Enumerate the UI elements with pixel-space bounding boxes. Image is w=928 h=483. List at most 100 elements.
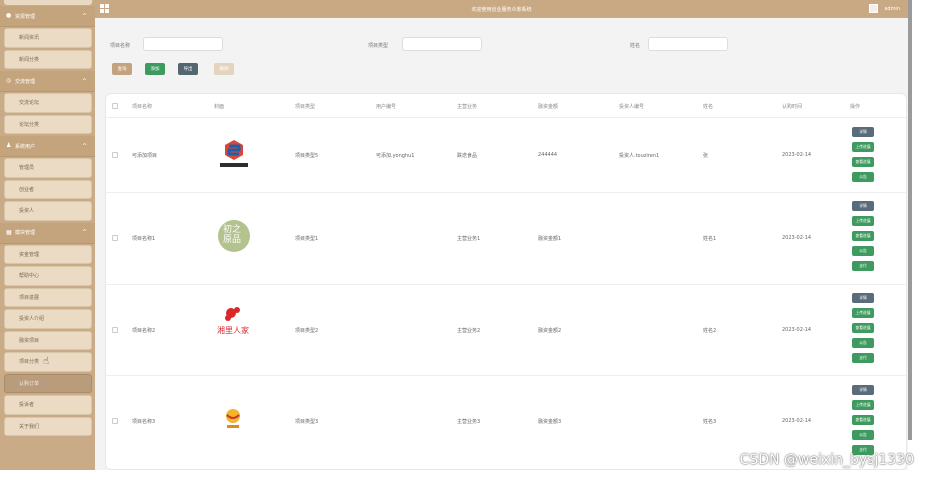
sidebar-item-complainer[interactable]: 投诉者 xyxy=(4,395,92,415)
cell-project-name: 项目名称2 xyxy=(132,328,156,334)
view-progress-button[interactable]: 查看进展 xyxy=(852,415,874,425)
sidebar-item-projects[interactable]: 融资项目 xyxy=(4,330,92,350)
cell-amount: 融资金额3 xyxy=(538,419,562,425)
username: admin xyxy=(884,5,900,12)
detail-button[interactable]: 详情 xyxy=(852,127,874,137)
cell-business: 主营业务2 xyxy=(457,328,481,334)
project-name-input[interactable] xyxy=(143,37,223,51)
row-actions: 详情 上传进展 查看进展 公告 xyxy=(852,127,874,182)
app-title: 欢迎使用创业服务众筹系统 xyxy=(471,6,532,13)
scrollbar[interactable] xyxy=(908,0,912,440)
upload-progress-button[interactable]: 上传进展 xyxy=(852,308,874,318)
delete-button[interactable]: 删除 xyxy=(214,63,234,75)
table-row[interactable]: 可添加项目 项目类型5 可添加.yonghu1 跌迭食品 244444 投资人.… xyxy=(106,118,906,193)
cell-user-no: 可添加.yonghu1 xyxy=(376,153,415,159)
sidebar-item-news[interactable]: 新闻资讯 xyxy=(4,28,92,48)
name-input[interactable] xyxy=(648,37,728,51)
project-type-input[interactable] xyxy=(402,37,482,51)
cell-person-name: 姓名2 xyxy=(703,328,717,334)
main-content: 项目名称 项目类型 姓名 查询 添加 导出 删除 项目名称 封面 项目类型 用户… xyxy=(95,18,908,470)
cell-date: 2023-02-14 xyxy=(782,327,812,333)
sidebar-item-investor-intro[interactable]: 投资人介绍 xyxy=(4,309,92,329)
export-button[interactable]: 导出 xyxy=(178,63,198,75)
table-row[interactable]: 项目名称1 初之原品 项目类型1 主营业务1 融资金额1 姓名1 2023-02… xyxy=(106,193,906,285)
user-menu[interactable]: admin xyxy=(869,4,900,13)
add-button[interactable]: 添加 xyxy=(145,63,165,75)
select-all-checkbox[interactable] xyxy=(112,103,118,109)
col-amount: 融资金额 xyxy=(538,104,559,110)
data-table: 项目名称 封面 项目类型 用户编号 主营业务 融资金额 投资人编号 姓名 认购时… xyxy=(105,93,907,470)
detail-button[interactable]: 详情 xyxy=(852,293,874,303)
sidebar-group-users[interactable]: ♟ 系统用户 ^ xyxy=(0,136,95,157)
detail-button[interactable]: 详情 xyxy=(852,385,874,395)
sidebar-item-news-category[interactable]: 新闻分类 xyxy=(4,49,92,69)
cell-date: 2023-02-14 xyxy=(782,418,812,424)
view-progress-button[interactable]: 查看进展 xyxy=(852,231,874,241)
cover-logo-text: 初之原品 xyxy=(222,225,241,245)
sidebar-item-progress[interactable]: 项目进展 xyxy=(4,287,92,307)
col-actions: 操作 xyxy=(850,104,861,110)
sidebar-top-item[interactable] xyxy=(4,0,92,5)
view-progress-button[interactable]: 查看进展 xyxy=(852,323,874,333)
sidebar-item-investor[interactable]: 投资人 xyxy=(4,201,92,221)
cell-business: 跌迭食品 xyxy=(457,153,478,159)
row-checkbox[interactable] xyxy=(112,327,118,333)
row-checkbox[interactable] xyxy=(112,418,118,424)
sidebar-item-forum[interactable]: 交流论坛 xyxy=(4,93,92,113)
notice-button[interactable]: 公告 xyxy=(852,172,874,182)
sidebar-item-forum-category[interactable]: 论坛分类 xyxy=(4,114,92,134)
cell-project-name: 项目名称3 xyxy=(132,419,156,425)
avatar xyxy=(869,4,879,13)
row-checkbox[interactable] xyxy=(112,152,118,158)
chevron-up-icon: ^ xyxy=(81,142,87,150)
sidebar-item-funds[interactable]: 资金管理 xyxy=(4,244,92,264)
sidebar-group-forum[interactable]: ◎ 交流管理 ^ xyxy=(0,71,95,92)
cell-amount: 融资金额2 xyxy=(538,328,562,334)
cell-amount: 融资金额1 xyxy=(538,236,562,242)
sidebar-item-about[interactable]: 关于我们 xyxy=(4,416,92,436)
sidebar-group-modules[interactable]: ▦ 模块管理 ^ xyxy=(0,222,95,244)
col-project-name: 项目名称 xyxy=(132,104,153,110)
view-progress-button[interactable]: 查看进展 xyxy=(852,157,874,167)
detail-button[interactable]: 详情 xyxy=(852,201,874,211)
notice-button[interactable]: 公告 xyxy=(852,338,874,348)
row-actions: 详情 上传进展 查看进展 公告 支付 xyxy=(852,385,874,455)
sidebar-group-resources[interactable]: ● 资源管理 ^ xyxy=(0,6,95,27)
sidebar-item-founder[interactable]: 创业者 xyxy=(4,179,92,199)
col-date: 认购时间 xyxy=(782,104,803,110)
sidebar-item-help[interactable]: 帮助中心 xyxy=(4,266,92,286)
sidebar-item-orders[interactable]: 认购订单 xyxy=(4,373,92,393)
cell-date: 2023-02-14 xyxy=(782,152,812,158)
col-business: 主营业务 xyxy=(457,104,478,110)
upload-progress-button[interactable]: 上传进展 xyxy=(852,142,874,152)
cell-person-name: 张 xyxy=(703,153,709,159)
hand-cursor-icon: ☝ xyxy=(43,356,50,368)
sidebar-item-project-category[interactable]: 项目分类 ☝ xyxy=(4,352,92,372)
app-root: ● 资源管理 ^ 新闻资讯 新闻分类 ◎ 交流管理 ^ 交流论坛 论坛分类 ♟ 系统用户 ^… xyxy=(0,0,928,483)
bottom-margin xyxy=(0,470,908,483)
pay-button[interactable]: 支付 xyxy=(852,261,874,271)
row-actions: 详情 上传进展 查看进展 公告 支付 xyxy=(852,201,874,271)
upload-progress-button[interactable]: 上传进展 xyxy=(852,400,874,410)
col-project-type: 项目类型 xyxy=(295,104,316,110)
row-checkbox[interactable] xyxy=(112,235,118,241)
right-margin xyxy=(908,0,928,483)
project-type-label: 项目类型 xyxy=(368,43,389,49)
table-header: 项目名称 封面 项目类型 用户编号 主营业务 融资金额 投资人编号 姓名 认购时… xyxy=(106,94,906,118)
row-actions: 详情 上传进展 查看进展 公告 支付 xyxy=(852,293,874,363)
sidebar: ● 资源管理 ^ 新闻资讯 新闻分类 ◎ 交流管理 ^ 交流论坛 论坛分类 ♟ 系统用户 ^… xyxy=(0,0,95,470)
cell-date: 2023-02-14 xyxy=(782,235,812,241)
cover-image xyxy=(225,307,240,321)
notice-button[interactable]: 公告 xyxy=(852,246,874,256)
menu-grid-icon[interactable] xyxy=(100,4,109,13)
cell-project-type: 项目类型1 xyxy=(295,236,319,242)
sidebar-item-admin[interactable]: 管理员 xyxy=(4,158,92,178)
notice-button[interactable]: 公告 xyxy=(852,430,874,440)
cell-investor-no: 投资人.touziren1 xyxy=(619,153,660,159)
table-row[interactable]: 项目名称2 湘里人家 项目类型2 主营业务2 融资金额2 姓名2 2023-02… xyxy=(106,285,906,376)
cell-person-name: 姓名3 xyxy=(703,419,717,425)
pay-button[interactable]: 支付 xyxy=(852,353,874,363)
query-button[interactable]: 查询 xyxy=(112,63,132,75)
cell-project-type: 项目类型3 xyxy=(295,419,319,425)
upload-progress-button[interactable]: 上传进展 xyxy=(852,216,874,226)
